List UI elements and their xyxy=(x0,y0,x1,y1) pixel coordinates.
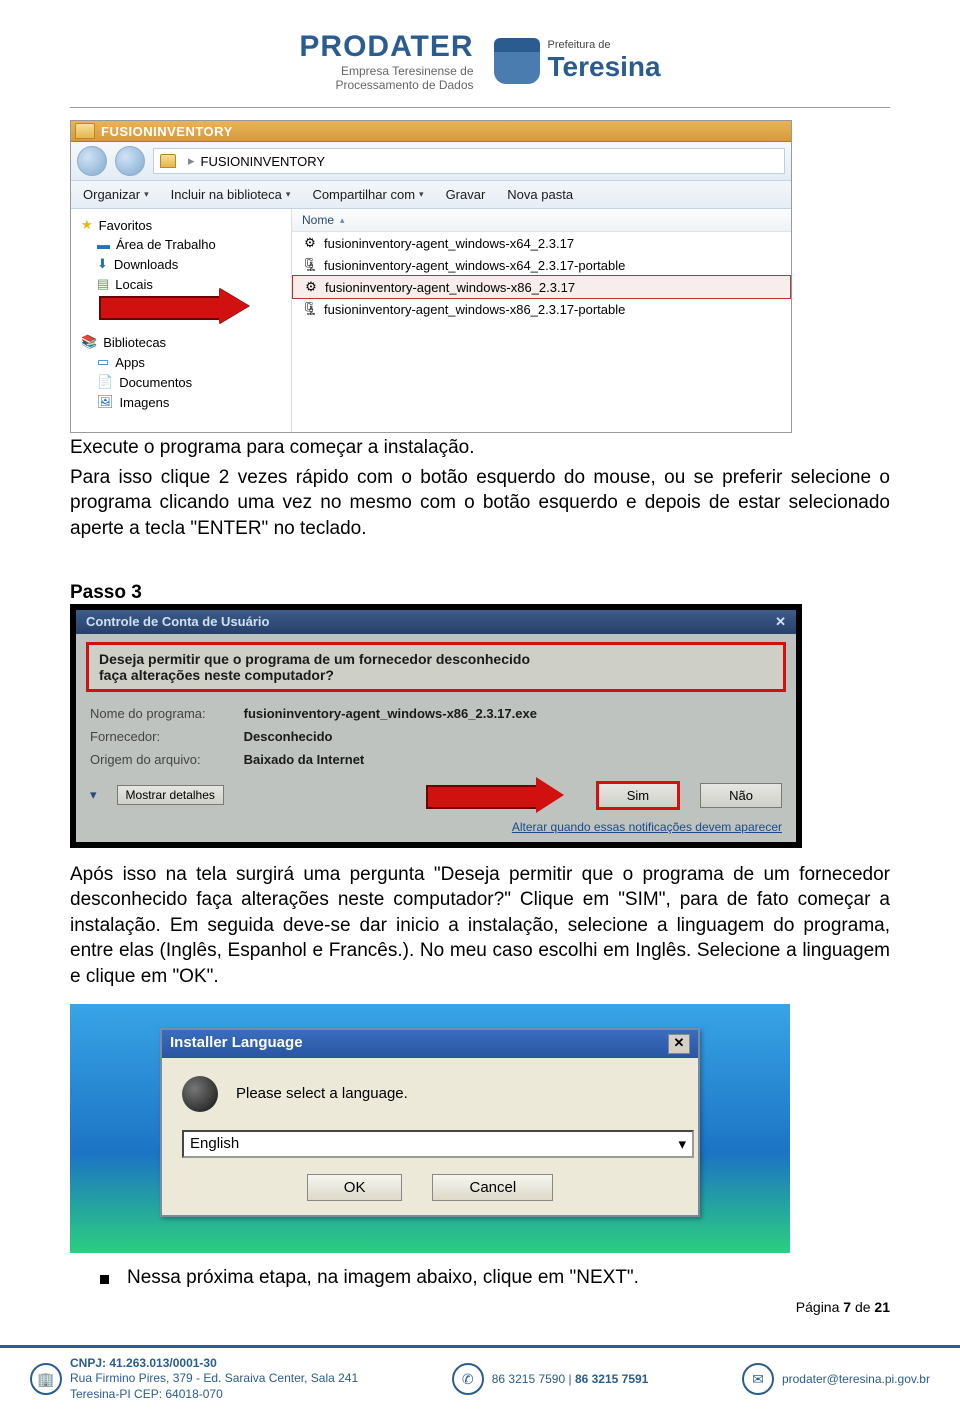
sidebar-item-apps[interactable]: ▭Apps xyxy=(81,352,281,372)
chevron-down-icon: ▾ xyxy=(144,189,149,200)
page-number: Página 7 de 21 xyxy=(70,1299,890,1315)
footer-email: ✉ prodater@teresina.pi.gov.br xyxy=(742,1363,930,1395)
burn-button[interactable]: Gravar xyxy=(446,187,486,202)
show-details-button[interactable]: Mostrar detalhes xyxy=(117,785,224,805)
documents-icon: 📄 xyxy=(97,374,113,390)
uac-dialog: Controle de Conta de Usuário ✕ Deseja pe… xyxy=(70,604,802,848)
exe-icon: ⚙ xyxy=(303,279,319,295)
chevron-right-icon: ▸ xyxy=(188,153,195,169)
share-menu[interactable]: Compartilhar com ▾ xyxy=(312,187,423,202)
explorer-navbar: ▸ FUSIONINVENTORY xyxy=(71,142,791,181)
yes-button[interactable]: Sim xyxy=(596,781,680,810)
teresina-main: Teresina xyxy=(548,51,661,83)
body-paragraph-1: Execute o programa para começar a instal… xyxy=(70,435,890,461)
red-arrow-annotation xyxy=(81,294,281,318)
libraries-icon: 📚 xyxy=(81,334,97,350)
bullet-icon xyxy=(100,1275,109,1284)
favorites-group[interactable]: ★Favoritos xyxy=(81,215,281,235)
archive-icon: 🗜 xyxy=(302,301,318,317)
installer-language-screenshot: Installer Language ✕ Please select a lan… xyxy=(70,1004,790,1253)
images-icon: 🖼 xyxy=(97,394,114,410)
desktop-icon: ▬ xyxy=(97,237,110,252)
chevron-down-icon: ▾ xyxy=(419,189,424,200)
organize-menu[interactable]: Organizar ▾ xyxy=(83,187,149,202)
teresina-pref: Prefeitura de xyxy=(548,39,661,51)
step-heading: Passo 3 xyxy=(70,582,890,604)
apps-icon: ▭ xyxy=(97,354,109,370)
header-divider xyxy=(70,107,890,108)
cancel-button[interactable]: Cancel xyxy=(432,1174,553,1201)
no-button[interactable]: Não xyxy=(700,783,782,808)
download-icon: ⬇ xyxy=(97,256,108,272)
column-header-name[interactable]: Nome ▴ xyxy=(292,209,791,232)
include-library-menu[interactable]: Incluir na biblioteca ▾ xyxy=(171,187,291,202)
prodater-title: PRODATER xyxy=(299,30,473,64)
folder-icon xyxy=(160,154,176,168)
building-icon: 🏢 xyxy=(30,1363,62,1395)
globe-icon xyxy=(182,1076,218,1112)
prodater-sub2: Processamento de Dados xyxy=(299,78,473,92)
breadcrumb[interactable]: ▸ FUSIONINVENTORY xyxy=(153,148,785,174)
footer: 🏢 CNPJ: 41.263.013/0001-30 Rua Firmino P… xyxy=(0,1345,960,1411)
sidebar-item-desktop[interactable]: ▬Área de Trabalho xyxy=(81,235,281,254)
sidebar-item-downloads[interactable]: ⬇Downloads xyxy=(81,254,281,274)
file-row[interactable]: 🗜fusioninventory-agent_windows-x64_2.3.1… xyxy=(292,254,791,276)
body-paragraph-3: Após isso na tela surgirá uma pergunta "… xyxy=(70,862,890,990)
language-select[interactable]: English ▾ xyxy=(182,1130,694,1158)
forward-button[interactable] xyxy=(115,146,145,176)
explorer-sidepane: ★Favoritos ▬Área de Trabalho ⬇Downloads … xyxy=(71,209,292,432)
file-row[interactable]: ⚙fusioninventory-agent_windows-x64_2.3.1… xyxy=(292,232,791,254)
footer-phone: ✆ 86 3215 7590 | 86 3215 7591 xyxy=(452,1363,649,1395)
recent-icon: ▤ xyxy=(97,276,109,292)
explorer-toolbar: Organizar ▾ Incluir na biblioteca ▾ Comp… xyxy=(71,181,791,209)
footer-address: 🏢 CNPJ: 41.263.013/0001-30 Rua Firmino P… xyxy=(30,1356,358,1403)
dialog-titlebar: Installer Language ✕ xyxy=(162,1030,698,1058)
body-paragraph-2: Para isso clique 2 vezes rápido com o bo… xyxy=(70,465,890,542)
chevron-down-icon: ▾ xyxy=(678,1135,686,1153)
file-row-selected[interactable]: ⚙fusioninventory-agent_windows-x86_2.3.1… xyxy=(292,275,791,299)
mail-icon: ✉ xyxy=(742,1363,774,1395)
sidebar-item-locals[interactable]: ▤Locais xyxy=(81,274,281,294)
close-icon[interactable]: ✕ xyxy=(775,614,786,630)
prodater-sub1: Empresa Teresinense de xyxy=(299,64,473,78)
bullet-item: Nessa próxima etapa, na imagem abaixo, c… xyxy=(100,1267,890,1289)
uac-question: Deseja permitir que o programa de um for… xyxy=(86,642,786,692)
explorer-titlebar: FUSIONINVENTORY xyxy=(71,121,791,142)
uac-vendor: Fornecedor: Desconhecido xyxy=(76,725,796,748)
file-row[interactable]: 🗜fusioninventory-agent_windows-x86_2.3.1… xyxy=(292,298,791,320)
archive-icon: 🗜 xyxy=(302,257,318,273)
prodater-logo: PRODATER Empresa Teresinense de Processa… xyxy=(299,30,473,92)
sort-asc-icon: ▴ xyxy=(340,215,345,226)
teresina-logo: Prefeitura de Teresina xyxy=(494,38,661,84)
libraries-group[interactable]: 📚Bibliotecas xyxy=(81,332,281,352)
back-button[interactable] xyxy=(77,146,107,176)
installer-language-dialog: Installer Language ✕ Please select a lan… xyxy=(160,1028,700,1217)
close-button[interactable]: ✕ xyxy=(668,1034,690,1054)
sidebar-item-documents[interactable]: 📄Documentos xyxy=(81,372,281,392)
folder-icon xyxy=(75,123,95,139)
star-icon: ★ xyxy=(81,217,93,233)
header-logos: PRODATER Empresa Teresinense de Processa… xyxy=(70,30,890,92)
uac-program-name: Nome do programa: fusioninventory-agent_… xyxy=(76,702,796,725)
language-prompt: Please select a language. xyxy=(236,1085,408,1102)
exe-icon: ⚙ xyxy=(302,235,318,251)
explorer-title: FUSIONINVENTORY xyxy=(101,124,233,139)
uac-settings-link[interactable]: Alterar quando essas notificações devem … xyxy=(76,816,796,842)
uac-titlebar: Controle de Conta de Usuário ✕ xyxy=(76,610,796,634)
explorer-window: FUSIONINVENTORY ▸ FUSIONINVENTORY Organi… xyxy=(70,120,792,433)
new-folder-button[interactable]: Nova pasta xyxy=(507,187,573,202)
chevron-down-icon: ▾ xyxy=(286,189,291,200)
breadcrumb-text: FUSIONINVENTORY xyxy=(201,154,325,169)
phone-icon: ✆ xyxy=(452,1363,484,1395)
ok-button[interactable]: OK xyxy=(307,1174,403,1201)
crest-icon xyxy=(494,38,540,84)
sidebar-item-images[interactable]: 🖼Imagens xyxy=(81,392,281,412)
chevron-down-icon: ▾ xyxy=(90,787,97,803)
uac-origin: Origem do arquivo: Baixado da Internet xyxy=(76,748,796,771)
file-pane: Nome ▴ ⚙fusioninventory-agent_windows-x6… xyxy=(292,209,791,432)
red-arrow-annotation xyxy=(426,782,576,808)
